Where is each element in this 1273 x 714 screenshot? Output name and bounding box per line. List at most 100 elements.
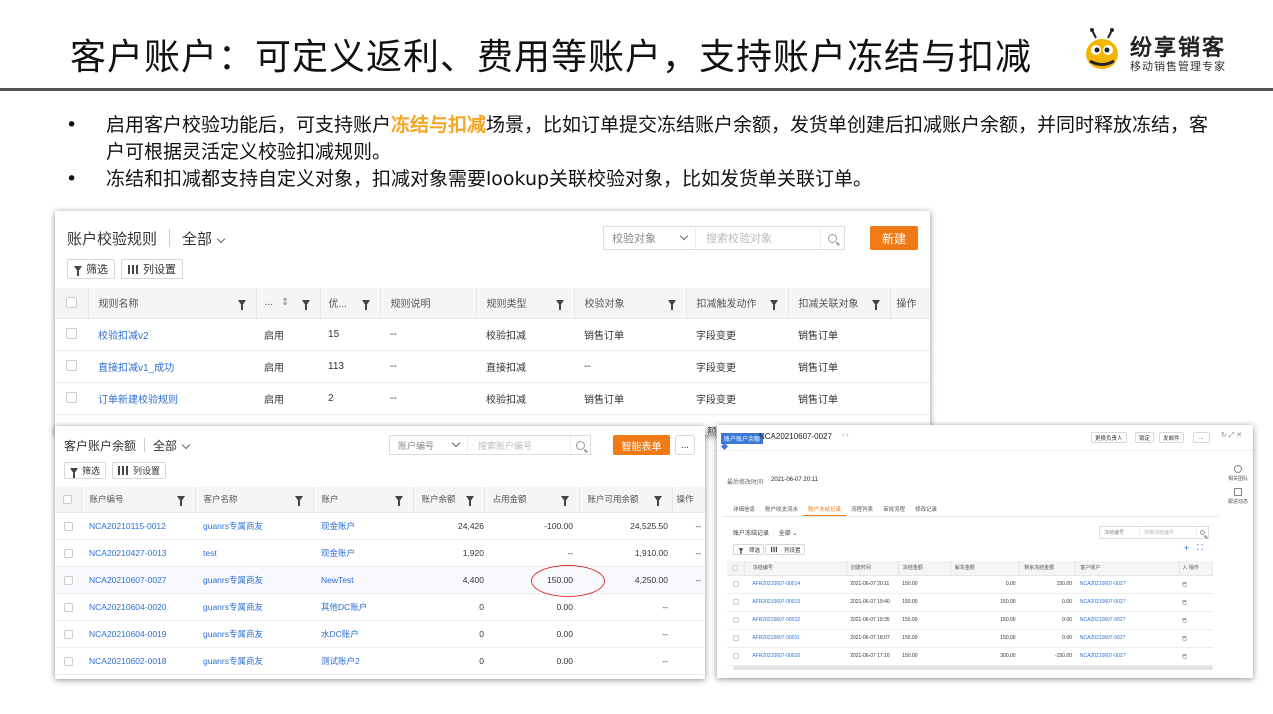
column-header[interactable]: 规则说明 <box>380 288 477 319</box>
tab-history[interactable]: 修改记录 <box>910 503 942 516</box>
row-checkbox[interactable] <box>732 616 739 623</box>
freeze-id-link[interactable]: AFR20210607-00010 <box>744 647 847 666</box>
row-checkbox[interactable] <box>732 634 739 641</box>
row-checkbox[interactable] <box>732 598 739 605</box>
table-row[interactable]: AFR20210607-00014 2021-06-07 20:11 150.0… <box>727 575 1213 594</box>
row-checkbox[interactable] <box>732 580 739 587</box>
account-link[interactable]: 水DC账户 <box>313 620 413 648</box>
row-checkbox[interactable] <box>63 602 73 612</box>
freeze-id-link[interactable]: AFR20210607-00011 <box>744 629 847 648</box>
freeze-id-link[interactable]: AFR20210607-00014 <box>744 575 847 594</box>
column-header[interactable]: 客户账户 <box>1075 561 1181 576</box>
column-header[interactable]: ... ⇕ <box>256 288 321 319</box>
customer-link[interactable]: guanrs专属商友 <box>195 566 313 594</box>
search-button[interactable] <box>820 227 844 249</box>
account-link[interactable]: 其他DC账户 <box>313 593 413 621</box>
column-settings-button[interactable]: 列设置 <box>765 544 805 555</box>
table-row[interactable]: AFR20210607-00010 2021-06-07 17:16 150.0… <box>727 647 1213 666</box>
freeze-id-link[interactable]: AFR20210607-00012 <box>744 611 847 630</box>
table-row[interactable]: NCA20210604-0020 guanrs专属商友 其他DC账户 0 0.0… <box>55 593 705 621</box>
row-checkbox[interactable] <box>66 328 77 340</box>
add-icon[interactable]: + <box>1184 543 1189 553</box>
column-header[interactable]: 创建时间 <box>846 561 899 576</box>
expand-icon[interactable]: ⛶ <box>1197 543 1203 553</box>
column-header[interactable]: 规则名称 <box>88 288 257 319</box>
table-row[interactable]: 订单新建校验规则 启用 2 -- 校验扣减 销售订单 字段变更 销售订单 <box>55 382 930 415</box>
account-link[interactable]: NCA20210607-0027 <box>1075 611 1180 630</box>
tab-flow[interactable]: 流程列表 <box>846 503 878 516</box>
table-row[interactable]: 校验扣减v2 启用 15 -- 校验扣减 销售订单 字段变更 销售订单 <box>55 318 930 351</box>
scope-dropdown[interactable]: 全部 <box>182 228 226 249</box>
column-header[interactable]: 解冻金额 <box>950 561 1021 576</box>
row-checkbox[interactable] <box>732 652 739 659</box>
filter-button[interactable]: 筛选 <box>64 462 107 479</box>
tab-detail[interactable]: 详细信息 <box>723 503 760 516</box>
new-button[interactable]: 新建 <box>870 226 918 250</box>
column-header[interactable]: 账户可用余额 <box>579 487 673 513</box>
select-all-checkbox[interactable] <box>55 487 82 513</box>
row-checkbox[interactable] <box>66 360 77 372</box>
account-id-link[interactable]: NCA20210604-0019 <box>81 620 195 648</box>
account-link[interactable]: 测试账户2 <box>313 647 413 675</box>
account-id-link[interactable]: NCA20210607-0027 <box>81 566 195 594</box>
sub-scope[interactable]: 全部 <box>779 531 791 537</box>
rule-name-link[interactable]: 直接扣减v1_成功 <box>88 350 256 383</box>
column-settings-button[interactable]: 列设置 <box>121 259 183 279</box>
column-header[interactable]: 剩余冻结金额 <box>1019 561 1077 576</box>
column-header[interactable]: 客户名称 <box>195 487 314 513</box>
more-button[interactable]: ... <box>675 435 695 455</box>
search-field-select[interactable]: 账户编号 <box>390 436 468 454</box>
account-link[interactable]: NCA20210607-0027 <box>1075 647 1180 666</box>
change-owner-button[interactable]: 更换负责人 <box>1091 432 1127 443</box>
column-header[interactable]: 规则类型 <box>476 288 575 319</box>
table-row[interactable]: NCA20210115-0012 guanrs专属商友 现金账户 24,426 … <box>55 512 705 540</box>
search-input[interactable]: 搜索校验对象 <box>696 230 820 246</box>
horizontal-scrollbar[interactable] <box>733 666 1213 670</box>
account-id-link[interactable]: NCA20210602-0018 <box>81 647 195 675</box>
customer-link[interactable]: guanrs专属商友 <box>195 620 313 648</box>
select-all-checkbox[interactable] <box>55 288 89 319</box>
column-header[interactable]: 账户 <box>313 487 414 513</box>
email-button[interactable]: 发邮件 <box>1159 432 1184 443</box>
column-settings-button[interactable]: 列设置 <box>112 462 167 479</box>
column-header[interactable]: 占用金额 <box>484 487 580 513</box>
search-button[interactable] <box>570 436 590 454</box>
scope-dropdown[interactable]: 全部 <box>153 437 191 454</box>
column-header[interactable]: 冻结编号 <box>744 561 847 576</box>
search-field-select[interactable]: 校验对象 <box>604 227 696 249</box>
smart-form-button[interactable]: 智能表单 <box>613 435 670 455</box>
search-input[interactable]: 搜索账户编号 <box>468 439 570 452</box>
window-controls[interactable]: ↻ ⤢ ✕ <box>1221 431 1242 440</box>
column-header[interactable]: 冻结金额 <box>898 561 951 576</box>
table-row[interactable]: NCA20210607-0027 guanrs专属商友 NewTest 4,40… <box>55 566 705 594</box>
customer-link[interactable]: test <box>195 539 313 567</box>
table-row[interactable]: NCA20210602-0018 guanrs专属商友 测试账户2 0 0.00… <box>55 647 705 675</box>
column-header[interactable]: 账户编号 <box>81 487 196 513</box>
customer-link[interactable]: guanrs专属商友 <box>195 593 313 621</box>
account-link[interactable]: NCA20210607-0027 <box>1075 575 1180 594</box>
account-link[interactable]: NCA20210607-0027 <box>1075 629 1180 648</box>
filter-button[interactable]: 筛选 <box>67 259 115 279</box>
table-row[interactable]: AFR20210607-00011 2021-06-07 18:07 150.0… <box>727 629 1213 648</box>
row-checkbox[interactable] <box>63 656 73 666</box>
followup-icon[interactable] <box>1234 488 1242 496</box>
search-field-select[interactable]: 冻结编号 <box>1100 527 1140 538</box>
tab-freeze[interactable]: 账户冻结记录 <box>803 503 847 516</box>
team-icon[interactable] <box>1234 465 1242 473</box>
select-all-checkbox[interactable] <box>727 561 745 576</box>
account-id-link[interactable]: NCA20210115-0012 <box>81 512 195 540</box>
account-id-link[interactable]: NCA20210427-0013 <box>81 539 195 567</box>
account-link[interactable]: 现金账户 <box>313 512 413 540</box>
table-row[interactable]: NCA20210604-0019 guanrs专属商友 水DC账户 0 0.00… <box>55 620 705 648</box>
table-row[interactable]: AFR20210607-00013 2021-06-07 19:40 150.0… <box>727 593 1213 612</box>
account-link[interactable]: 现金账户 <box>313 539 413 567</box>
account-id-link[interactable]: NCA20210604-0020 <box>81 593 195 621</box>
table-row[interactable]: AFR20210607-00012 2021-06-07 19:35 150.0… <box>727 611 1213 630</box>
row-checkbox[interactable] <box>63 629 73 639</box>
column-header[interactable]: 扣减关联对象 <box>788 288 891 319</box>
search-button[interactable] <box>1196 527 1208 538</box>
row-checkbox[interactable] <box>63 575 73 585</box>
column-header[interactable]: 账户余额 <box>413 487 485 513</box>
row-checkbox[interactable] <box>63 548 73 558</box>
table-row[interactable]: 直接扣减v1_成功 启用 113 -- 直接扣减 -- 字段变更 销售订单 <box>55 350 930 383</box>
